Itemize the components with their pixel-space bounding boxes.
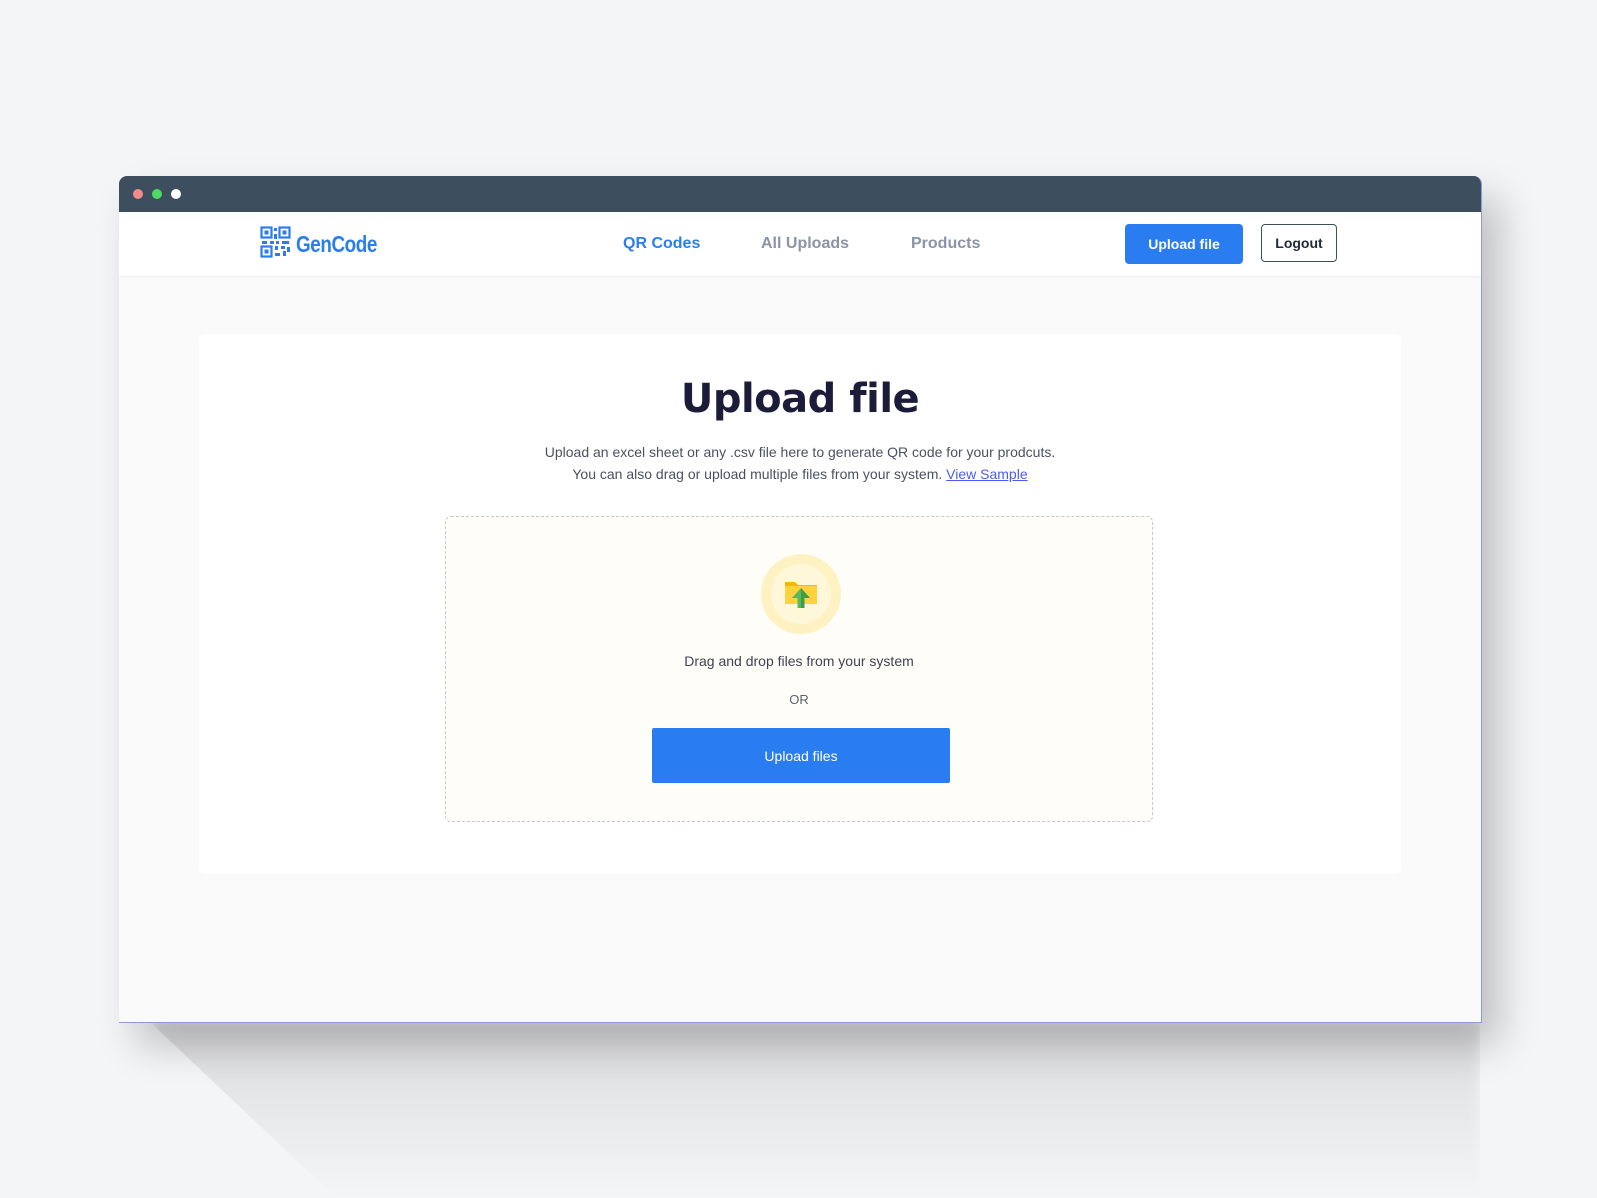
logout-button[interactable]: Logout [1261, 224, 1337, 262]
description-line-2-text: You can also drag or upload multiple fil… [572, 466, 943, 482]
description-line-2: You can also drag or upload multiple fil… [199, 463, 1401, 485]
logo[interactable]: GenCode [260, 226, 395, 263]
top-navbar: GenCode QR Codes All Uploads Products Up… [119, 212, 1481, 276]
upload-file-button[interactable]: Upload file [1125, 224, 1243, 264]
window-shadow [150, 1022, 1480, 1198]
nav-qr-codes[interactable]: QR Codes [623, 235, 700, 253]
view-sample-link[interactable]: View Sample [946, 466, 1027, 482]
qr-code-icon [260, 226, 291, 263]
drag-drop-text: Drag and drop files from your system [684, 653, 914, 669]
nav-products[interactable]: Products [911, 235, 980, 253]
description-line-1: Upload an excel sheet or any .csv file h… [544, 444, 1056, 460]
file-dropzone[interactable]: Drag and drop files from your system OR … [445, 516, 1153, 822]
window-titlebar [119, 176, 1481, 212]
maximize-window-button[interactable] [171, 189, 181, 199]
nav-all-uploads[interactable]: All Uploads [761, 235, 849, 253]
page-title: Upload file [680, 376, 920, 422]
upload-description: Upload an excel sheet or any .csv file h… [199, 441, 1401, 485]
upload-card: Upload file Upload an excel sheet or any… [199, 334, 1401, 874]
upload-files-button[interactable]: Upload files [652, 728, 950, 783]
logo-text: GenCode [296, 231, 377, 257]
minimize-window-button[interactable] [152, 189, 162, 199]
or-separator: OR [789, 692, 809, 707]
browser-window: GenCode QR Codes All Uploads Products Up… [119, 176, 1482, 1023]
close-window-button[interactable] [133, 189, 143, 199]
folder-icon-badge [761, 554, 841, 634]
folder-upload-icon [783, 576, 819, 615]
